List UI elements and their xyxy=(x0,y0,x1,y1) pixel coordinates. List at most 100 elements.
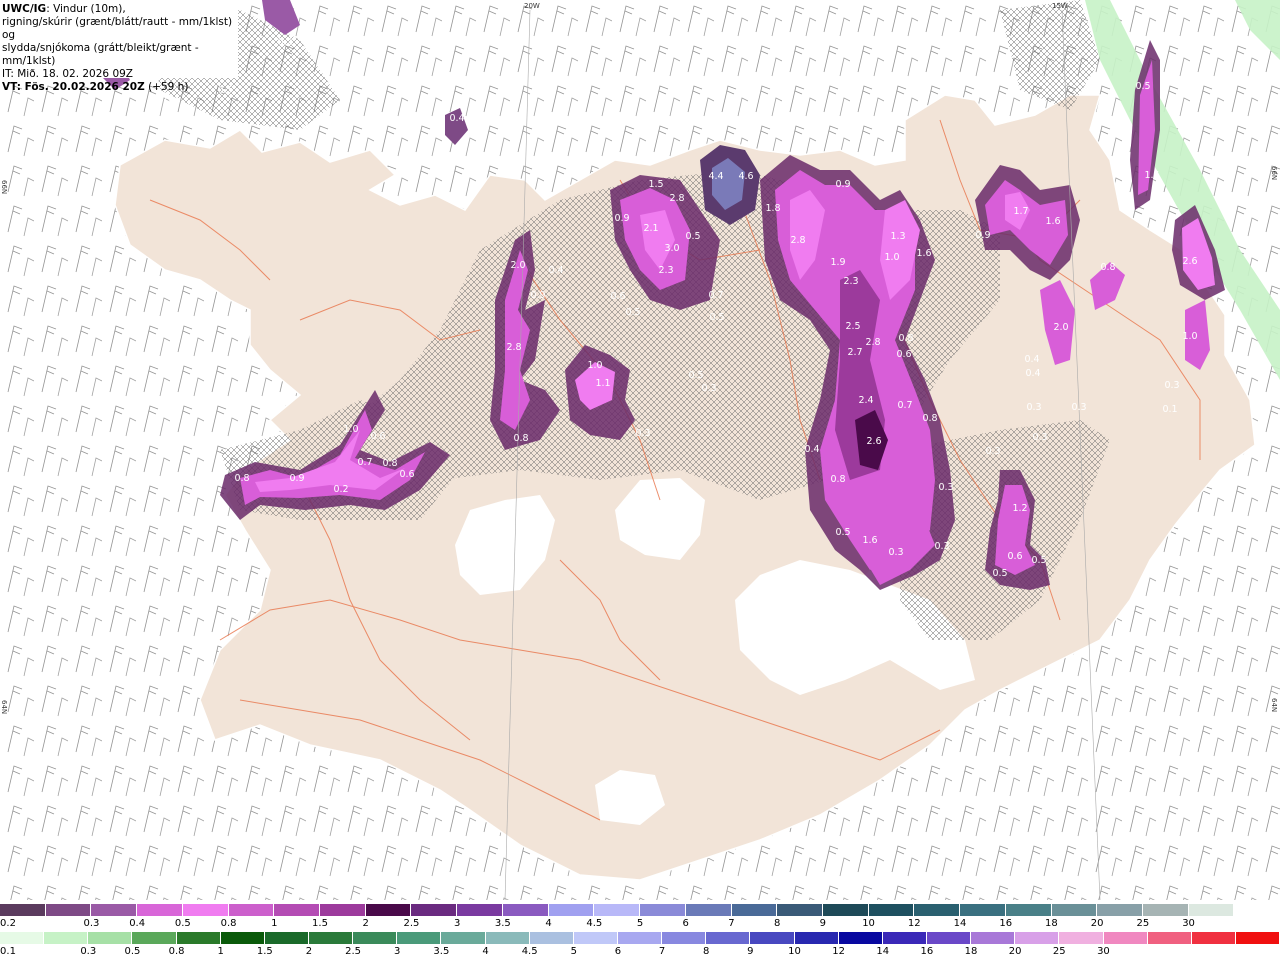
legend-color-swatch xyxy=(777,904,823,916)
legend-tick-label: 3 xyxy=(394,946,401,957)
precip-value-label: 0.9 xyxy=(530,290,545,301)
legend-color-swatch xyxy=(1191,932,1236,944)
legend-color-swatch xyxy=(88,932,133,944)
legend-tick-label: 0.5 xyxy=(174,918,191,929)
precip-value-label: 1.5 xyxy=(1144,170,1159,181)
precip-value-label: 0.3 xyxy=(934,541,949,552)
precip-value-label: 0.5 xyxy=(835,527,850,538)
precip-value-label: 0.4 xyxy=(804,444,819,455)
precip-value-label: 0.9 xyxy=(975,230,990,241)
precip-value-label: 0.8 xyxy=(1100,262,1115,273)
legend-color-swatch xyxy=(457,904,503,916)
precip-value-label: 0.6 xyxy=(370,431,385,442)
title-line1: : Vindur (10m), xyxy=(46,3,126,15)
coord-label-15w: 15W xyxy=(1052,2,1068,10)
color-legend: 0.2 0.3 0.4 0.5 0.8 1 1.5 2 2.5 3 3.5 4 4.5 5 6 7 8 9 10 12… xyxy=(0,900,1280,960)
legend-tick-label: 1.5 xyxy=(256,946,273,957)
precip-value-label: 2.5 xyxy=(845,321,860,332)
legend-tick-label: 10 xyxy=(862,918,875,929)
precip-value-label: 0.4 xyxy=(1025,368,1040,379)
precip-value-label: 1.6 xyxy=(916,248,931,259)
legend-color-swatch xyxy=(706,932,751,944)
title-line2: rigning/skúrir (grænt/blátt/rautt - mm/1… xyxy=(2,16,233,41)
legend-color-swatch xyxy=(397,932,442,944)
legend-tick-label: 7 xyxy=(728,918,735,929)
valid-time: VT: Fös. 20.02.2026 20Z xyxy=(2,81,145,93)
legend-color-swatch xyxy=(1051,904,1098,916)
legend-color-swatch xyxy=(1188,904,1235,916)
precip-value-label: 2.8 xyxy=(669,193,684,204)
legend-color-swatch xyxy=(220,932,265,944)
legend-color-swatch xyxy=(1059,932,1104,944)
legend-tick-label: 4 xyxy=(482,946,489,957)
legend-tick-label: 0.5 xyxy=(124,946,141,957)
precip-value-label: 0.5 xyxy=(688,370,703,381)
precip-value-label: 1.8 xyxy=(765,203,780,214)
legend-tick-label: 20 xyxy=(1090,918,1104,929)
legend-tick-label: 12 xyxy=(832,946,845,957)
legend-tick-label: 4.5 xyxy=(586,918,603,929)
precip-value-label: 2.6 xyxy=(866,436,881,447)
legend-color-swatch xyxy=(750,932,795,944)
legend-color-swatch xyxy=(662,932,707,944)
precip-value-label: 0.5 xyxy=(992,568,1007,579)
precip-value-label: 0.5 xyxy=(625,307,640,318)
legend-tick-label: 18 xyxy=(964,946,978,957)
model-name: UWC/IG xyxy=(2,3,47,15)
legend-color-swatch xyxy=(411,904,458,916)
rain-color-bar xyxy=(0,932,1280,944)
legend-color-swatch xyxy=(1097,904,1143,916)
precip-value-label: 2.1 xyxy=(643,223,658,234)
precip-value-label: 2.3 xyxy=(658,265,673,276)
precip-value-label: 2.0 xyxy=(1053,322,1068,333)
precip-value-label: 3.0 xyxy=(664,243,679,254)
precip-value-label: 0.5 xyxy=(1135,81,1150,92)
precip-value-label: 1.6 xyxy=(862,535,877,546)
map-title-box: UWC/IG: Vindur (10m), rigning/skúrir (gr… xyxy=(0,0,238,93)
legend-tick-label: 5 xyxy=(570,946,577,957)
precip-value-label: 0.2 xyxy=(277,37,292,48)
legend-color-swatch xyxy=(176,932,221,944)
legend-tick-label: 1.5 xyxy=(312,918,328,929)
coord-label-20w: 20W xyxy=(524,2,540,10)
legend-color-swatch xyxy=(971,932,1016,944)
precip-value-label: 1.5 xyxy=(648,179,663,190)
precip-value-label: 1.7 xyxy=(1013,206,1028,217)
legend-color-swatch xyxy=(640,904,686,916)
legend-color-swatch xyxy=(548,904,595,916)
legend-color-swatch xyxy=(822,904,869,916)
legend-tick-label: 0.8 xyxy=(168,946,185,957)
legend-tick-label: 4 xyxy=(545,918,552,929)
precip-value-label: 0.3 xyxy=(701,383,716,394)
legend-tick-label: 14 xyxy=(876,946,890,957)
precip-value-label: 0.9 xyxy=(289,473,304,484)
precip-value-label: 0.1 xyxy=(1162,404,1177,415)
precip-value-label: 0.9 xyxy=(614,213,629,224)
legend-color-swatch xyxy=(137,904,183,916)
precip-value-label: 0.3 xyxy=(985,446,1000,457)
precip-value-label: 1.6 xyxy=(1045,216,1060,227)
legend-color-swatch xyxy=(132,932,177,944)
legend-color-swatch xyxy=(914,904,961,916)
precip-value-label: 0.6 xyxy=(610,291,625,302)
legend-tick-label: 2.5 xyxy=(403,918,420,929)
legend-tick-label: 14 xyxy=(953,918,967,929)
legend-color-swatch xyxy=(594,904,641,916)
legend-color-swatch xyxy=(794,932,839,944)
legend-color-swatch xyxy=(685,904,732,916)
precip-value-label: 1.2 xyxy=(1012,503,1027,514)
legend-tick-label: 0.2 xyxy=(0,918,16,929)
precip-value-label: 0.8 xyxy=(382,458,397,469)
precip-value-label: 0.7 xyxy=(897,400,912,411)
legend-tick-label: 2.5 xyxy=(345,946,362,957)
legend-color-swatch xyxy=(960,904,1006,916)
legend-tick-label: 16 xyxy=(920,946,934,957)
precip-value-label: 0.8 xyxy=(922,413,937,424)
precip-value-label: 4.6 xyxy=(738,171,753,182)
legend-tick-label: 30 xyxy=(1182,918,1195,929)
precip-value-label: 0.4 xyxy=(548,265,563,276)
precip-value-label: 0.4 xyxy=(164,95,179,106)
precip-value-label: 0.2 xyxy=(333,484,348,495)
legend-color-swatch xyxy=(182,904,229,916)
precip-value-label: 1.0 xyxy=(343,424,358,435)
